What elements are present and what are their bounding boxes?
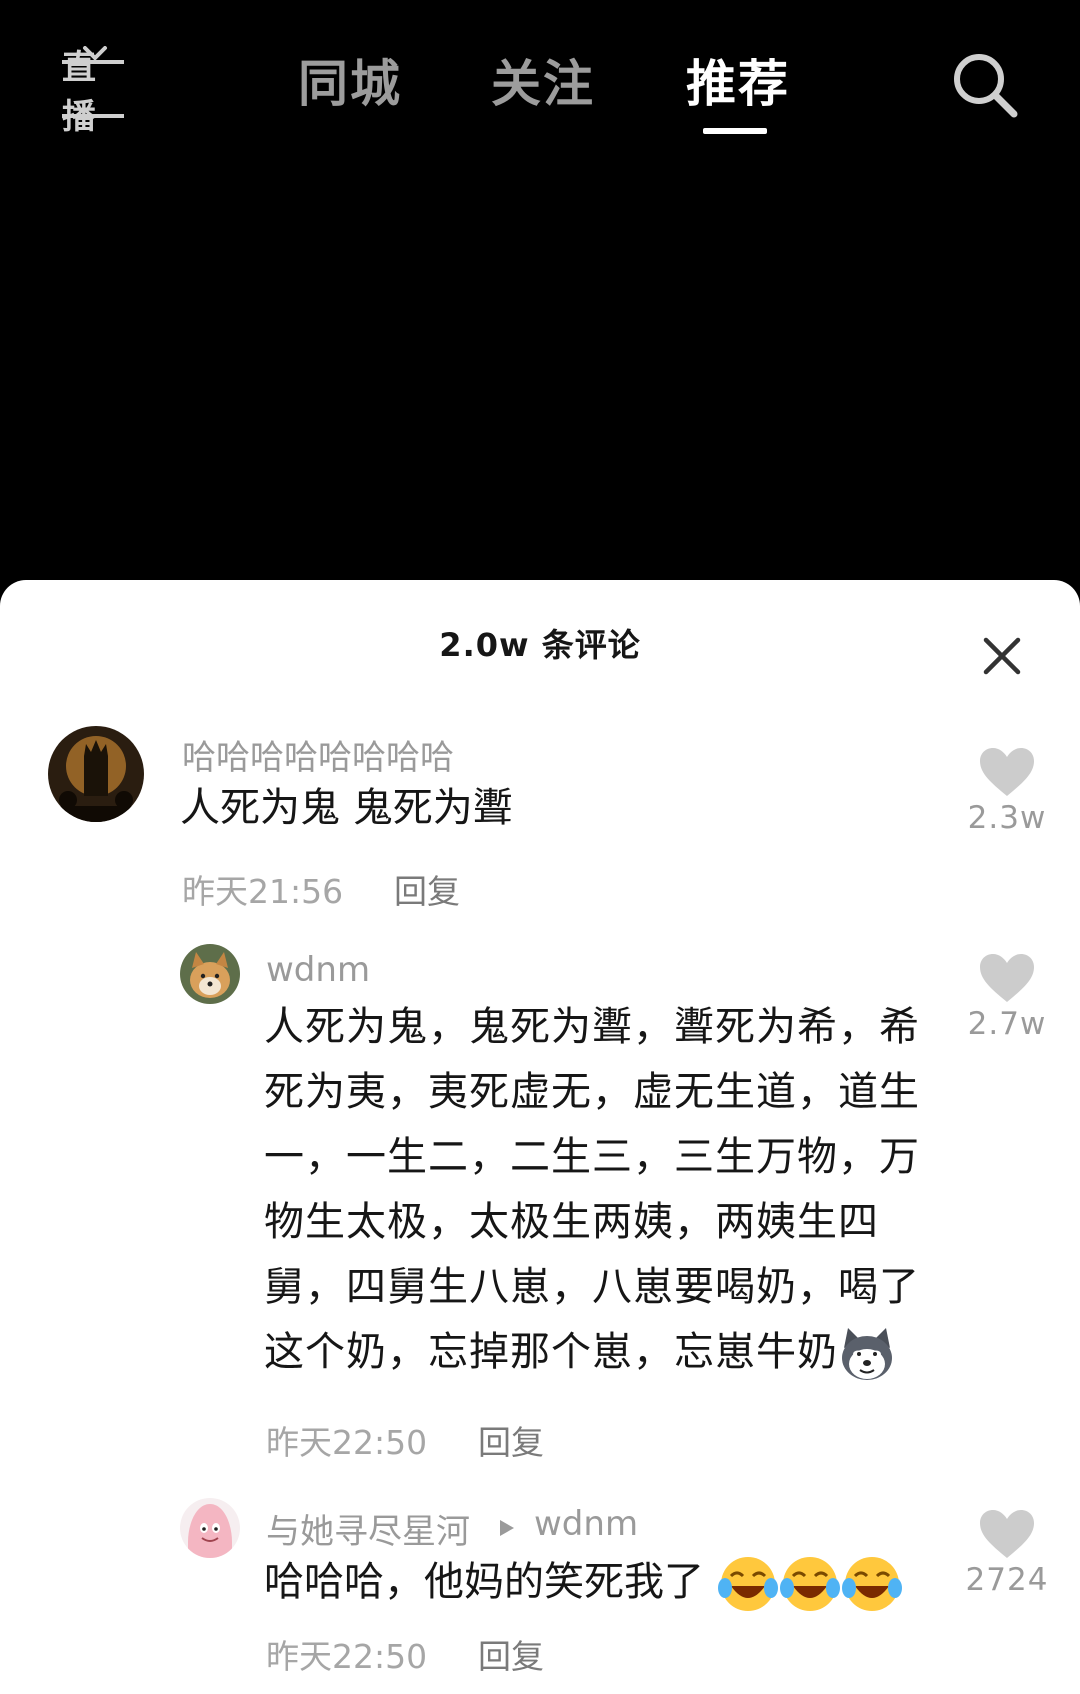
like-count: 2724 [965,1562,1049,1598]
comment-username[interactable]: 哈哈哈哈哈哈哈哈 [182,730,454,779]
reply-target-username[interactable]: wdnm [534,1504,638,1544]
heart-icon [980,954,1034,1002]
like-button[interactable]: 2.7w [962,952,1052,1042]
tab-recommended[interactable]: 推荐 [686,44,790,116]
comment-timestamp: 昨天21:56 [182,872,344,911]
comment-text: 人死为鬼 鬼死为聻 [180,785,513,831]
like-button[interactable]: 2.3w [962,746,1052,836]
avatar[interactable] [180,944,240,1004]
comment-text-wrap: 哈哈哈，他妈的笑死我了 [264,1550,903,1615]
reply-button[interactable]: 回复 [394,865,460,913]
comment-text: 人死为鬼，鬼死为聻，聻死为希，希死为夷，夷死虚无，虚无生道，道生一，一生二，二生… [264,1004,920,1375]
reply-button[interactable]: 回复 [478,1416,544,1464]
crying-laugh-emoji [717,1557,778,1611]
comment-username[interactable]: wdnm [266,950,370,990]
like-button[interactable]: 2724 [962,1508,1052,1598]
comment-text-wrap: 人死为鬼，鬼死为聻，聻死为希，希死为夷，夷死虚无，虚无生道，道生一，一生二，二生… [264,995,954,1385]
close-icon[interactable] [980,634,1024,678]
crying-laugh-emoji [841,1557,902,1611]
comments-count-title: 2.0w 条评论 [439,626,641,664]
comment-username[interactable]: 与她寻尽星河 [266,1504,470,1553]
tab-same-city[interactable]: 同城 [298,44,402,116]
crying-laugh-emoji [779,1557,840,1611]
comments-sheet: 2.0w 条评论 哈哈哈哈哈哈哈哈 人死为鬼 鬼死为聻 昨天21:56 回复 2 [0,580,1080,1694]
active-tab-indicator [703,128,767,134]
top-nav: 直播 同城 关注 推荐 [0,0,1080,160]
like-count: 2.7w [967,1006,1047,1042]
avatar[interactable] [180,1498,240,1558]
like-count: 2.3w [967,800,1047,836]
comment-text: 哈哈哈，他妈的笑死我了 [264,1559,704,1605]
heart-icon [980,748,1034,796]
search-icon[interactable] [950,50,1020,120]
comment-timestamp: 昨天22:50 [266,1423,428,1462]
avatar[interactable] [48,726,144,822]
tab-following[interactable]: 关注 [491,44,595,116]
live-label: 直播 [62,48,124,137]
reply-button[interactable]: 回复 [478,1630,544,1678]
heart-icon [980,1510,1034,1558]
live-button[interactable]: 直播 [62,46,128,137]
play-triangle-icon [500,1520,514,1536]
comment-timestamp: 昨天22:50 [266,1637,428,1676]
husky-emoji [842,1328,892,1380]
